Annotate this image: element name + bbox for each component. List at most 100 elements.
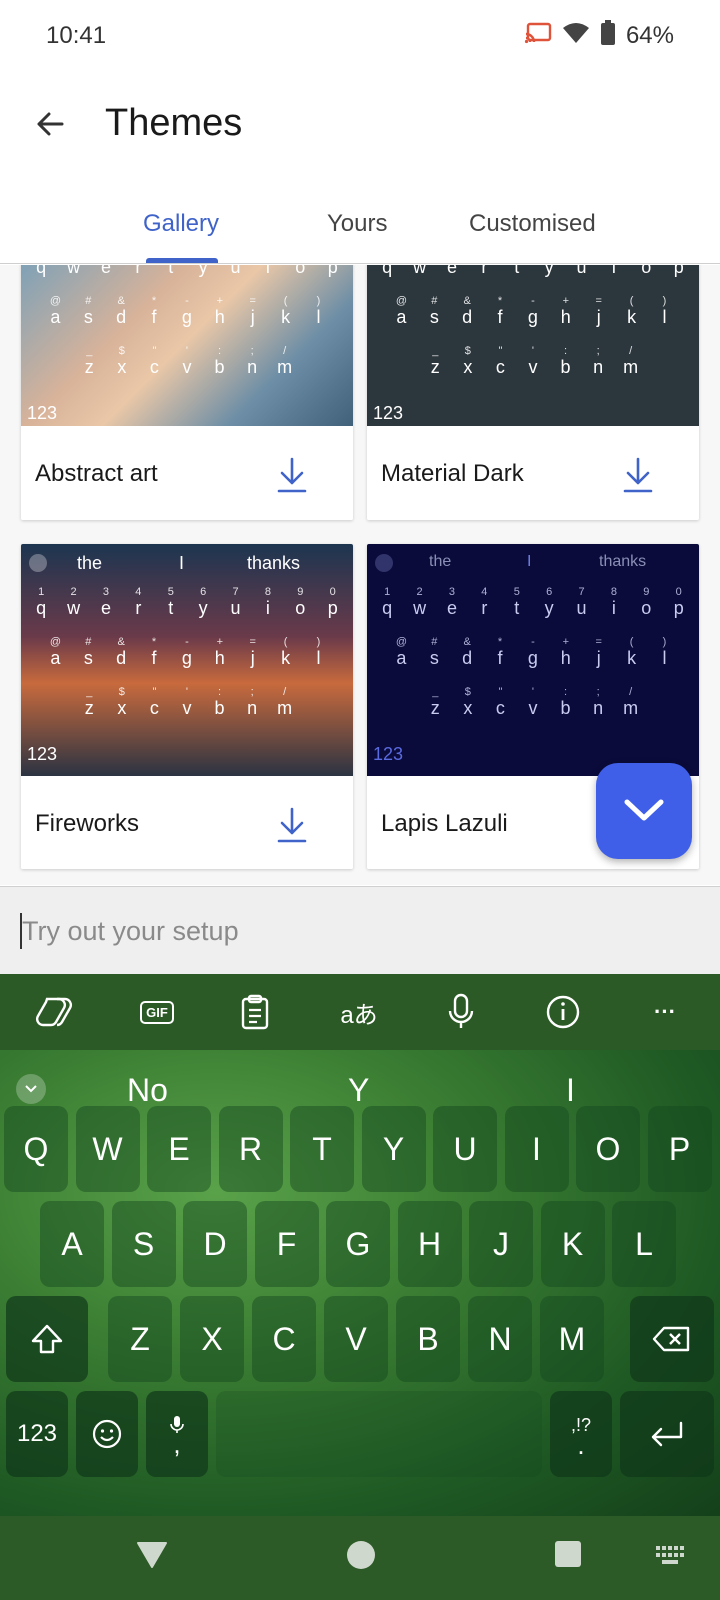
translate-icon[interactable]: aあ <box>336 990 382 1034</box>
try-setup-input[interactable] <box>22 905 702 957</box>
preview-key: 3e <box>91 586 121 619</box>
key-n[interactable]: N <box>468 1296 532 1382</box>
recents-nav-icon[interactable] <box>554 1540 582 1573</box>
preview-key-row: @ a # s & d * f - g + h = j(k) l <box>21 636 353 669</box>
emoji-key[interactable] <box>76 1391 138 1477</box>
preview-key-label: j <box>596 648 601 668</box>
enter-key[interactable] <box>620 1391 714 1477</box>
key-e[interactable]: E <box>147 1106 211 1192</box>
collapse-suggestions-button[interactable] <box>16 1074 46 1104</box>
preview-key-label: c <box>149 357 159 377</box>
preview-key: _ z <box>74 686 104 719</box>
preview-key-label: h <box>214 307 225 327</box>
preview-key-label: v <box>182 698 192 718</box>
key-y[interactable]: Y <box>361 1106 426 1192</box>
key-c[interactable]: C <box>252 1296 316 1382</box>
key-f[interactable]: F <box>254 1201 319 1287</box>
theme-preview-fireworks[interactable]: the I thanks 1 q 2 w 3 e 4 r 5 t 6 y 7 u 8 i 9 o 0 p @ a # s & d *… <box>21 544 353 776</box>
preview-key: " c <box>139 686 169 719</box>
key-o[interactable]: O <box>576 1106 640 1192</box>
preview-key-label: q <box>382 598 393 618</box>
preview-key: # s <box>419 295 449 328</box>
numbers-key[interactable]: 123 <box>6 1391 68 1477</box>
shift-key[interactable] <box>6 1296 88 1382</box>
scroll-down-fab[interactable] <box>596 763 692 859</box>
preview-key-label: z <box>84 357 94 377</box>
key-m[interactable]: M <box>540 1296 604 1382</box>
preview-key-hint: 3 <box>448 586 456 598</box>
suggestion-item[interactable]: Y <box>348 1072 369 1109</box>
key-j[interactable]: J <box>469 1201 533 1287</box>
preview-key: 6y <box>188 586 218 619</box>
preview-key-label: r <box>135 265 142 277</box>
preview-key-hint: 5 <box>167 586 174 598</box>
suggestion-item[interactable]: I <box>566 1072 575 1109</box>
key-u[interactable]: U <box>433 1106 497 1192</box>
preview-key: $ x <box>107 686 137 719</box>
key-d[interactable]: D <box>183 1201 247 1287</box>
preview-key-label: w <box>67 265 81 277</box>
preview-key: ) l <box>649 636 679 669</box>
copilot-icon[interactable] <box>32 990 78 1034</box>
theme-card-abstract-art[interactable]: 1q2w3e4r5t6y7u8i9o0p@a#s&d*f-g+h=j(k)l_z… <box>21 265 353 520</box>
download-icon[interactable] <box>621 456 655 494</box>
preview-key-hint: @ <box>49 636 62 648</box>
back-button[interactable] <box>28 102 72 146</box>
tab-customised[interactable]: Customised <box>469 210 596 238</box>
preview-key-hint: 8 <box>264 586 271 598</box>
info-icon[interactable] <box>540 990 586 1034</box>
theme-card-material-dark[interactable]: 1q2w3e4r5t6y7u8i9o0p@a#s&d*f-g+h=j(k)l_z… <box>367 265 699 520</box>
key-q[interactable]: Q <box>4 1106 68 1192</box>
key-b[interactable]: B <box>396 1296 460 1382</box>
preview-key-label: a <box>396 648 407 668</box>
backspace-key[interactable] <box>630 1296 714 1382</box>
key-i[interactable]: I <box>504 1106 569 1192</box>
key-v[interactable]: V <box>324 1296 388 1382</box>
key-p[interactable]: P <box>647 1106 712 1192</box>
preview-key: " c <box>485 686 515 719</box>
preview-key-hint: 2 <box>70 586 77 598</box>
preview-key: 7u <box>567 586 597 619</box>
download-icon[interactable] <box>275 456 309 494</box>
theme-card-fireworks[interactable]: the I thanks 1 q 2 w 3 e 4 r 5 t 6 y 7 u 8 i 9 o 0 p @ a # s & d *… <box>21 544 353 869</box>
preview-key-label: n <box>593 698 604 718</box>
theme-preview-material-dark[interactable]: 1q2w3e4r5t6y7u8i9o0p@a#s&d*f-g+h=j(k)l_z… <box>367 265 699 426</box>
download-icon[interactable] <box>275 806 309 844</box>
key-w[interactable]: W <box>75 1106 140 1192</box>
preview-key: @ a <box>40 636 70 669</box>
key-s[interactable]: S <box>111 1201 176 1287</box>
preview-bottom-row: 123 <box>367 736 699 765</box>
key-t[interactable]: T <box>290 1106 354 1192</box>
comma-mic-key[interactable]: , <box>146 1391 208 1477</box>
more-icon[interactable]: ··· <box>642 990 688 1034</box>
key-h[interactable]: H <box>397 1201 462 1287</box>
preview-key: _ z <box>420 345 450 378</box>
key-l[interactable]: L <box>612 1201 676 1287</box>
theme-preview-lapis-lazuli[interactable]: the I thanks 1 q 2 w 3 e 4 r 5 t 6 y 7 u 8 i 9 o 0 p @ a # s & d *… <box>367 544 699 776</box>
gif-icon[interactable]: GIF <box>134 990 180 1034</box>
preview-key-hint: @ <box>49 295 62 307</box>
key-z[interactable]: Z <box>108 1296 172 1382</box>
preview-key-label: z <box>430 357 440 377</box>
home-nav-icon[interactable] <box>346 1540 376 1575</box>
preview-key-hint: ; <box>596 686 600 698</box>
preview-key: 1q <box>26 265 56 278</box>
tab-yours[interactable]: Yours <box>327 210 388 238</box>
space-key[interactable] <box>216 1391 542 1477</box>
key-x[interactable]: X <box>180 1296 244 1382</box>
clipboard-icon[interactable] <box>232 990 278 1034</box>
theme-preview-abstract-art[interactable]: 1q2w3e4r5t6y7u8i9o0p@a#s&d*f-g+h=j(k)l_z… <box>21 265 353 426</box>
preview-key-label: i <box>611 265 616 277</box>
keyboard-switch-icon[interactable] <box>656 1546 686 1571</box>
back-nav-icon[interactable] <box>136 1540 168 1575</box>
suggestion-item[interactable]: No <box>127 1072 168 1109</box>
key-g[interactable]: G <box>326 1201 390 1287</box>
preview-key-hint: _ <box>86 686 93 698</box>
key-k[interactable]: K <box>540 1201 605 1287</box>
tab-gallery[interactable]: Gallery <box>143 210 219 238</box>
preview-key-label: y <box>544 265 554 277</box>
period-key[interactable]: ,!? . <box>550 1391 612 1477</box>
mic-icon[interactable] <box>438 990 484 1034</box>
key-a[interactable]: A <box>40 1201 104 1287</box>
key-r[interactable]: R <box>218 1106 283 1192</box>
